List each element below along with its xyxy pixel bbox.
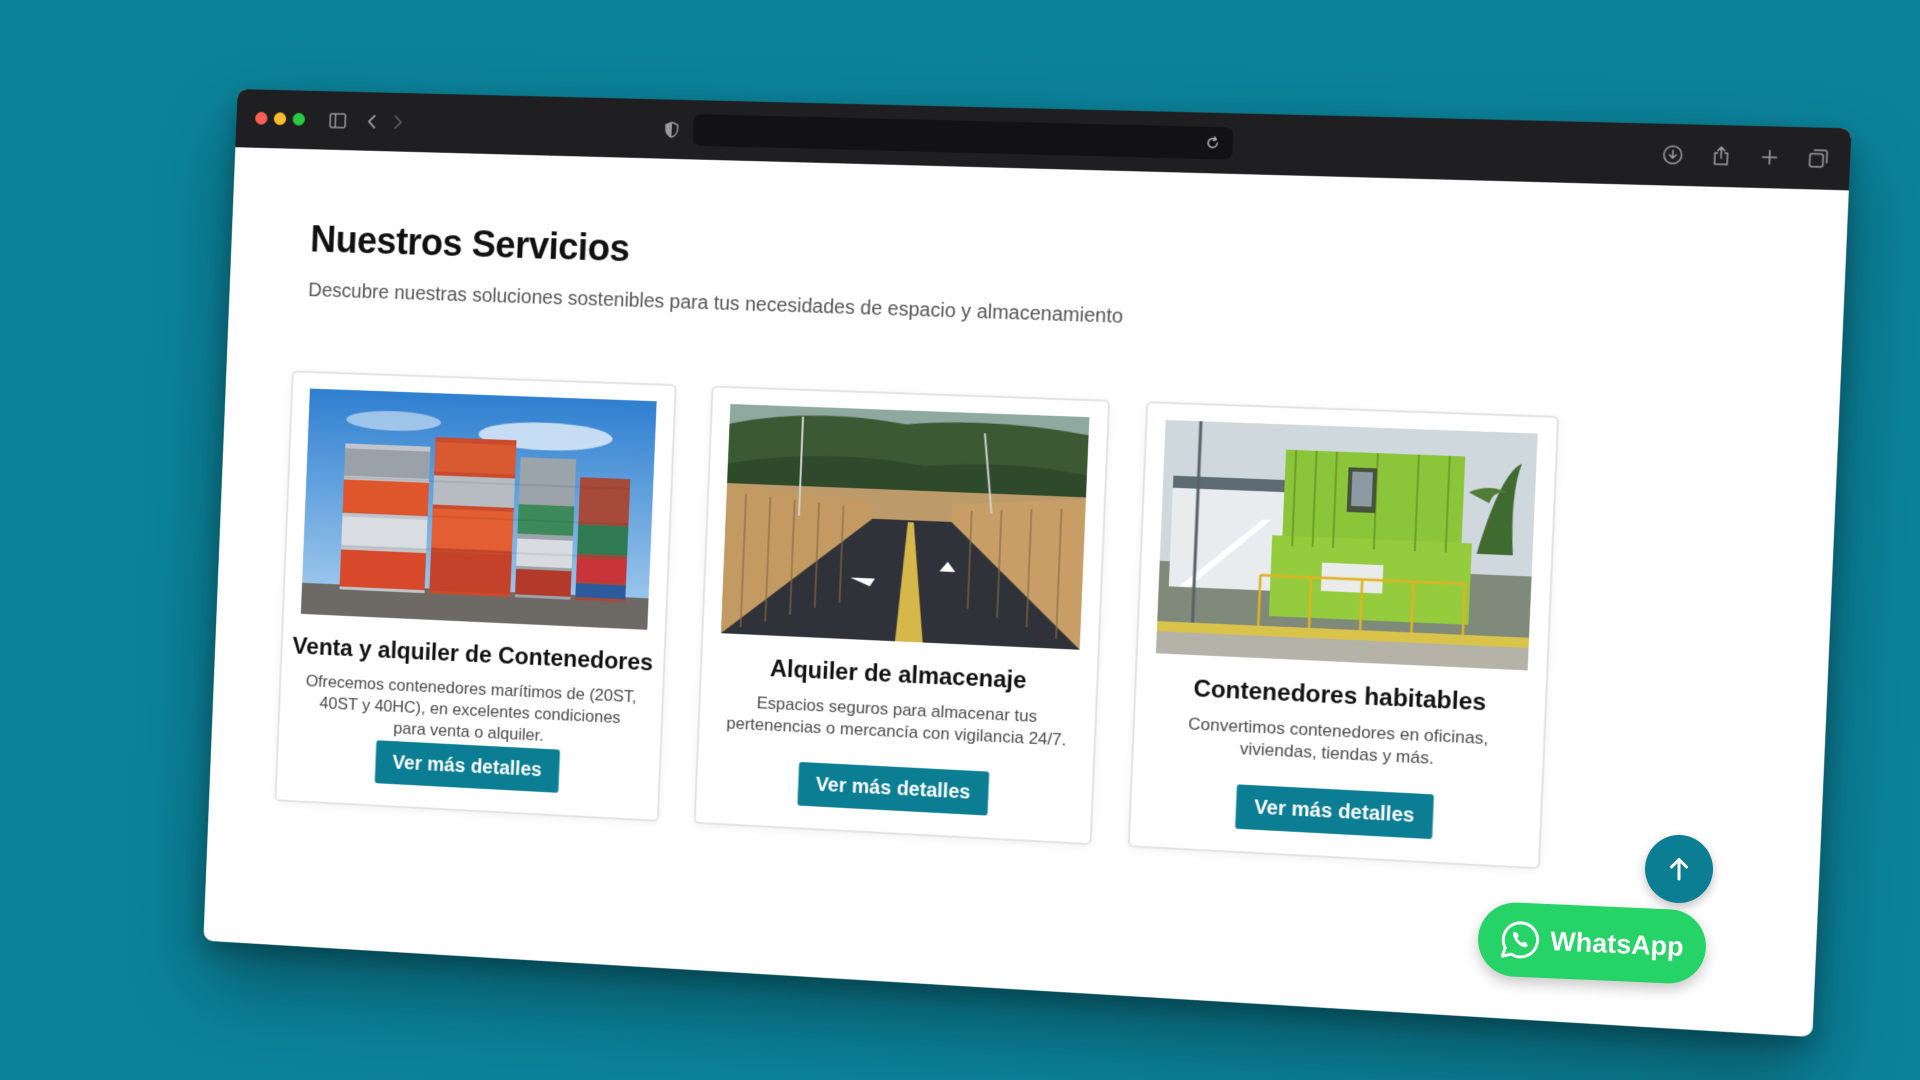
service-card-containers: Venta y alquiler de Contenedores Ofrecem… (274, 370, 677, 822)
share-icon[interactable] (1706, 141, 1737, 171)
ver-mas-detalles-button[interactable]: Ver más detalles (1235, 784, 1434, 840)
minimize-window-button[interactable] (273, 112, 287, 126)
address-bar[interactable] (692, 113, 1234, 160)
tabs-overview-icon[interactable] (1803, 144, 1834, 174)
card-description: Ofrecemos contenedores marítimos de (20S… (305, 671, 638, 745)
section-subtitle: Descubre nuestras soluciones sostenibles… (307, 279, 1124, 328)
service-card-habitable: Contenedores habitables Convertimos cont… (1127, 401, 1560, 870)
storage-yard-image (720, 403, 1090, 650)
zoom-window-button[interactable] (292, 112, 306, 126)
card-description: Convertimos contenedores en oficinas, vi… (1187, 714, 1489, 768)
browser-window: Nuestros Servicios Descubre nuestras sol… (203, 89, 1852, 1038)
arrow-up-icon (1667, 856, 1691, 882)
back-to-top-button[interactable] (1645, 835, 1713, 903)
section-title: Nuestros Servicios (309, 219, 631, 271)
card-title: Venta y alquiler de Contenedores (292, 632, 654, 677)
close-window-button[interactable] (254, 111, 268, 125)
desktop-background: Nuestros Servicios Descubre nuestras sol… (0, 0, 1920, 1080)
shield-icon[interactable] (658, 115, 686, 143)
habitable-container-image (1155, 419, 1538, 671)
whatsapp-button[interactable]: WhatsApp (1476, 901, 1708, 985)
new-tab-icon[interactable] (1754, 143, 1785, 173)
ver-mas-detalles-button[interactable]: Ver más detalles (374, 740, 560, 793)
containers-stack-image (300, 388, 657, 630)
ver-mas-detalles-button[interactable]: Ver más detalles (797, 761, 990, 816)
sidebar-icon[interactable] (324, 107, 351, 135)
whatsapp-icon (1499, 919, 1541, 961)
reload-icon[interactable] (1198, 129, 1227, 158)
services-section: Nuestros Servicios Descubre nuestras sol… (203, 147, 1849, 1037)
back-icon[interactable] (358, 108, 386, 136)
card-description: Espacios seguros para almacenar tus pert… (726, 693, 1067, 750)
service-card-storage: Alquiler de almacenaje Espacios seguros … (693, 385, 1111, 846)
download-icon[interactable] (1658, 140, 1689, 170)
forward-icon[interactable] (384, 108, 412, 136)
whatsapp-label: WhatsApp (1549, 925, 1685, 962)
